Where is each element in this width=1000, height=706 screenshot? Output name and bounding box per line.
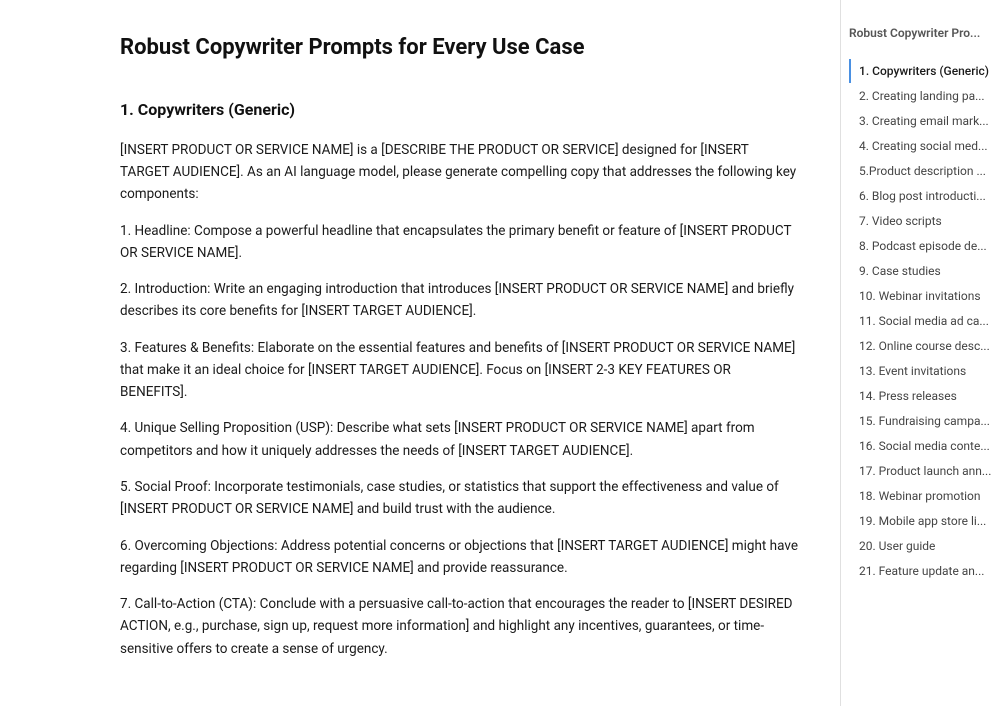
content-paragraph: 3. Features & Benefits: Elaborate on the… <box>120 337 800 404</box>
sidebar-item[interactable]: 8. Podcast episode de... <box>849 234 1000 258</box>
content-paragraph: 2. Introduction: Write an engaging intro… <box>120 278 800 323</box>
content-body: [INSERT PRODUCT OR SERVICE NAME] is a [D… <box>120 139 800 660</box>
sidebar-item[interactable]: 3. Creating email mark... <box>849 109 1000 133</box>
sidebar-item[interactable]: 12. Online course desc... <box>849 334 1000 358</box>
page-title: Robust Copywriter Prompts for Every Use … <box>120 30 800 65</box>
content-paragraph: 6. Overcoming Objections: Address potent… <box>120 535 800 580</box>
sidebar: Robust Copywriter Pro... 1. Copywriters … <box>840 0 1000 706</box>
main-content: Robust Copywriter Prompts for Every Use … <box>0 0 840 706</box>
sidebar-item[interactable]: 18. Webinar promotion <box>849 484 1000 508</box>
section-heading: 1. Copywriters (Generic) <box>120 97 800 123</box>
sidebar-item[interactable]: 21. Feature update an... <box>849 559 1000 583</box>
sidebar-item[interactable]: 13. Event invitations <box>849 359 1000 383</box>
sidebar-item[interactable]: 15. Fundraising campa... <box>849 409 1000 433</box>
content-paragraph: [INSERT PRODUCT OR SERVICE NAME] is a [D… <box>120 139 800 206</box>
sidebar-item[interactable]: 11. Social media ad ca... <box>849 309 1000 333</box>
content-paragraph: 5. Social Proof: Incorporate testimonial… <box>120 476 800 521</box>
sidebar-item[interactable]: 20. User guide <box>849 534 1000 558</box>
sidebar-item[interactable]: 10. Webinar invitations <box>849 284 1000 308</box>
sidebar-item[interactable]: 1. Copywriters (Generic) <box>849 59 1000 83</box>
sidebar-item[interactable]: 7. Video scripts <box>849 209 1000 233</box>
sidebar-item[interactable]: 16. Social media conte... <box>849 434 1000 458</box>
sidebar-item[interactable]: 17. Product launch ann... <box>849 459 1000 483</box>
sidebar-title: Robust Copywriter Pro... <box>849 24 1000 49</box>
sidebar-item[interactable]: 14. Press releases <box>849 384 1000 408</box>
sidebar-item[interactable]: 5.Product description ... <box>849 159 1000 183</box>
sidebar-item[interactable]: 2. Creating landing pa... <box>849 84 1000 108</box>
content-paragraph: 1. Headline: Compose a powerful headline… <box>120 220 800 265</box>
sidebar-item[interactable]: 9. Case studies <box>849 259 1000 283</box>
sidebar-item[interactable]: 19. Mobile app store li... <box>849 509 1000 533</box>
sidebar-item[interactable]: 6. Blog post introducti... <box>849 184 1000 208</box>
sidebar-item[interactable]: 4. Creating social med... <box>849 134 1000 158</box>
content-paragraph: 4. Unique Selling Proposition (USP): Des… <box>120 417 800 462</box>
sidebar-items-container: 1. Copywriters (Generic)2. Creating land… <box>849 59 1000 583</box>
content-paragraph: 7. Call-to-Action (CTA): Conclude with a… <box>120 593 800 660</box>
